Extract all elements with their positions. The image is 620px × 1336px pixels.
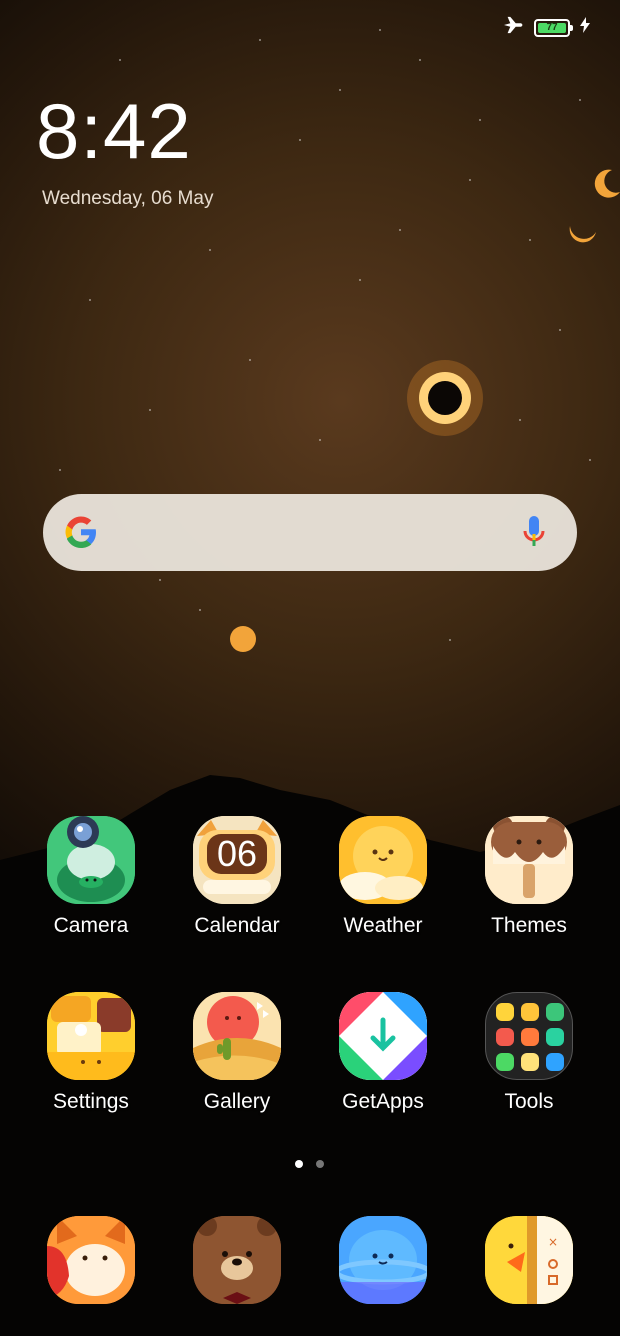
google-logo-icon bbox=[63, 514, 99, 555]
app-label: Weather bbox=[343, 914, 423, 937]
app-weather[interactable]: Weather bbox=[310, 816, 456, 938]
chick-clock-icon: × bbox=[485, 1216, 573, 1304]
microphone-icon[interactable] bbox=[521, 514, 547, 555]
planet-browser-icon bbox=[339, 1216, 427, 1304]
app-tools-folder[interactable]: Tools bbox=[456, 992, 602, 1114]
dock-phone[interactable] bbox=[164, 1216, 310, 1304]
google-search-bar[interactable] bbox=[43, 494, 577, 571]
app-camera[interactable]: Camera bbox=[18, 816, 164, 938]
app-label: Settings bbox=[53, 1090, 129, 1113]
app-label: GetApps bbox=[342, 1090, 424, 1113]
gallery-icon bbox=[193, 992, 281, 1080]
status-bar: 77 bbox=[502, 16, 590, 39]
dock-messages[interactable] bbox=[18, 1216, 164, 1304]
settings-icon bbox=[47, 992, 135, 1080]
app-gallery[interactable]: Gallery bbox=[164, 992, 310, 1114]
battery-icon: 77 bbox=[534, 18, 573, 37]
app-themes[interactable]: Themes bbox=[456, 816, 602, 938]
page-dot-active[interactable] bbox=[295, 1160, 303, 1168]
dock-browser[interactable] bbox=[310, 1216, 456, 1304]
airplane-icon bbox=[502, 16, 524, 39]
svg-text:×: × bbox=[548, 1235, 558, 1249]
battery-level: 77 bbox=[546, 22, 558, 33]
dock-clock[interactable]: × bbox=[456, 1216, 602, 1304]
getapps-icon bbox=[339, 992, 427, 1080]
page-indicator bbox=[295, 1160, 324, 1168]
app-settings[interactable]: Settings bbox=[18, 992, 164, 1114]
app-calendar[interactable]: 06 Calendar bbox=[164, 816, 310, 938]
app-label: Calendar bbox=[194, 914, 280, 937]
app-label: Gallery bbox=[203, 1090, 271, 1113]
themes-icon bbox=[485, 816, 573, 904]
camera-icon bbox=[47, 816, 135, 904]
page-dot[interactable] bbox=[316, 1160, 324, 1168]
app-label: Themes bbox=[491, 914, 567, 937]
calendar-day: 06 bbox=[216, 833, 258, 874]
weather-icon bbox=[339, 816, 427, 904]
tools-folder-icon bbox=[485, 992, 573, 1080]
app-label: Tools bbox=[504, 1090, 554, 1113]
clock-time[interactable]: 8:42 bbox=[36, 92, 192, 170]
charging-icon bbox=[580, 17, 590, 38]
calendar-icon: 06 bbox=[193, 816, 281, 904]
app-label: Camera bbox=[53, 914, 129, 937]
app-getapps[interactable]: GetApps bbox=[310, 992, 456, 1114]
fox-messages-icon bbox=[47, 1216, 135, 1304]
clock-date[interactable]: Wednesday, 06 May bbox=[42, 188, 213, 210]
bear-phone-icon bbox=[193, 1216, 281, 1304]
